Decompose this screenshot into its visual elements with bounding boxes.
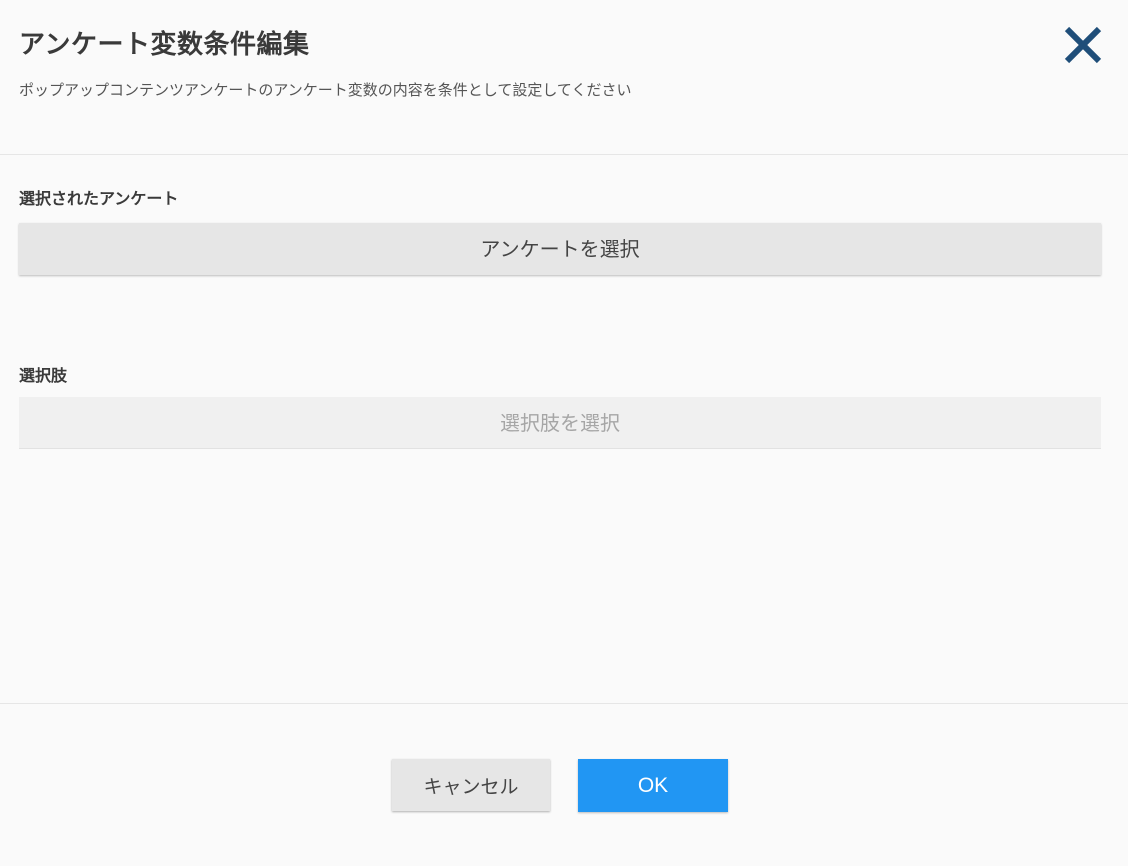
ok-button[interactable]: OK (578, 759, 728, 812)
close-button[interactable] (1062, 24, 1104, 66)
selected-survey-label: 選択されたアンケート (19, 189, 179, 208)
cancel-button[interactable]: キャンセル (392, 759, 550, 811)
choices-label: 選択肢 (19, 366, 68, 385)
dialog-title: アンケート変数条件編集 (19, 30, 310, 60)
select-survey-button[interactable]: アンケートを選択 (19, 223, 1101, 275)
close-icon (1064, 26, 1102, 64)
dialog-subtitle: ポップアップコンテンツアンケートのアンケート変数の内容を条件として設定してくださ… (19, 81, 632, 99)
dialog-footer: キャンセル OK (0, 703, 1128, 866)
survey-variable-condition-dialog: アンケート変数条件編集 ポップアップコンテンツアンケートのアンケート変数の内容を… (0, 0, 1128, 866)
select-choice-button[interactable]: 選択肢を選択 (19, 397, 1101, 449)
dialog-header: アンケート変数条件編集 ポップアップコンテンツアンケートのアンケート変数の内容を… (0, 0, 1128, 155)
